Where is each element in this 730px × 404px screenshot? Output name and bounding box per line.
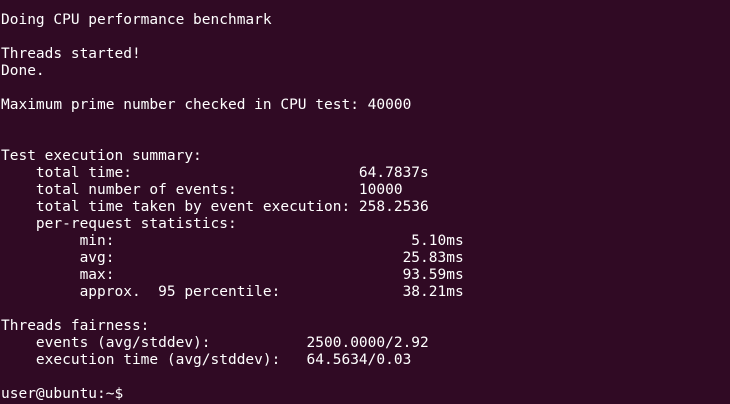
output-line: avg: 25.83ms <box>1 250 464 266</box>
output-line: Done. <box>1 63 45 79</box>
output-line: total time: 64.7837s <box>1 165 429 181</box>
terminal-window[interactable]: Doing CPU performance benchmark Threads … <box>0 0 730 404</box>
output-line: Doing CPU performance benchmark <box>1 12 272 28</box>
output-line: Maximum prime number checked in CPU test… <box>1 97 412 113</box>
output-line: per-request statistics: <box>1 216 237 232</box>
output-line: Threads started! <box>1 46 141 62</box>
shell-prompt[interactable]: user@ubuntu:~$ <box>1 386 730 403</box>
output-line: max: 93.59ms <box>1 267 464 283</box>
output-line: approx. 95 percentile: 38.21ms <box>1 284 464 300</box>
output-line: min: 5.10ms <box>1 233 464 249</box>
output-line: events (avg/stddev): 2500.0000/2.92 <box>1 335 429 351</box>
output-line: total number of events: 10000 <box>1 182 403 198</box>
output-line: total time taken by event execution: 258… <box>1 199 429 215</box>
output-line: Test execution summary: <box>1 148 202 164</box>
output-line: execution time (avg/stddev): 64.5634/0.0… <box>1 352 412 368</box>
output-line: Threads fairness: <box>1 318 150 334</box>
